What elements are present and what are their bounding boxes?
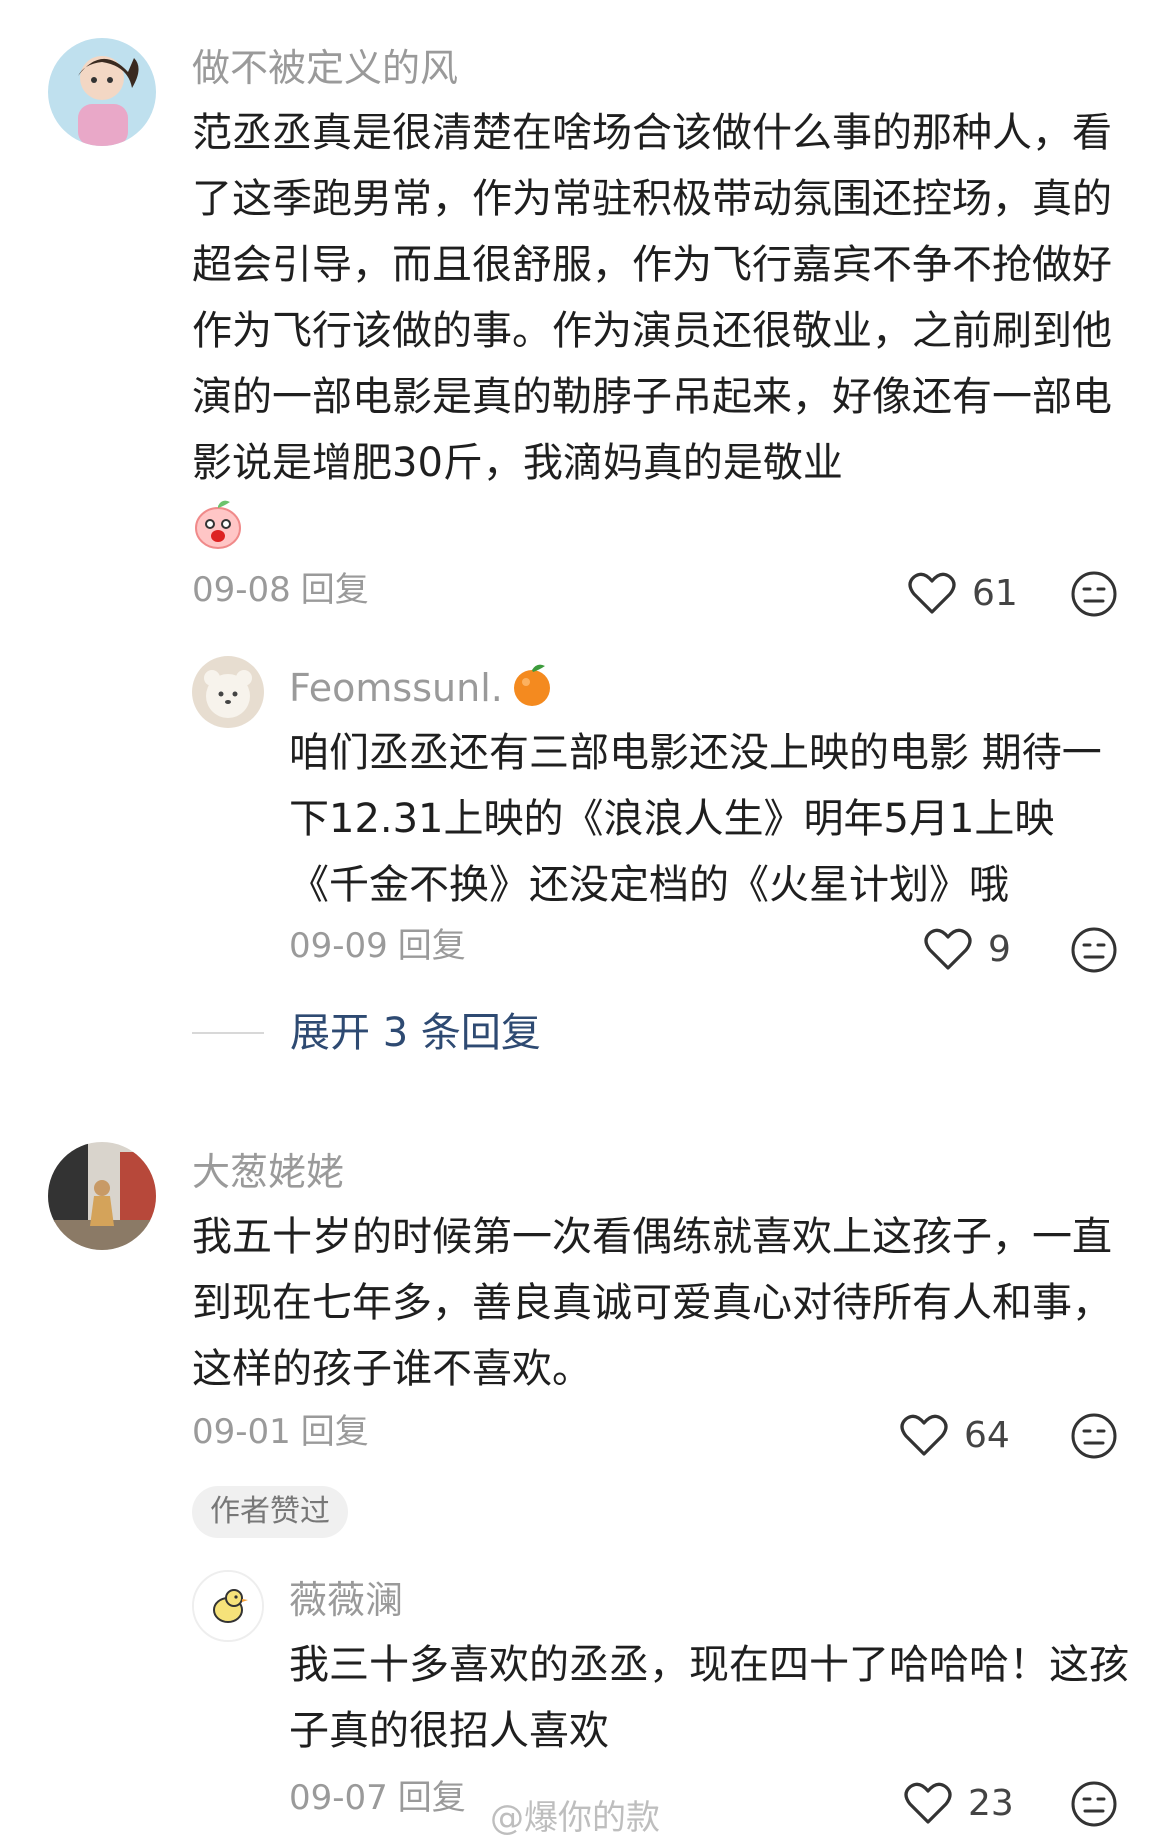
username[interactable]: 大葱姥姥 <box>192 1148 344 1196</box>
reply-meta: 09-09 回复 <box>289 924 466 968</box>
reply-button[interactable]: 回复 <box>398 1778 466 1818</box>
comment-date: 09-01 <box>192 1412 291 1452</box>
like-count: 61 <box>972 572 1018 614</box>
divider <box>192 1032 264 1034</box>
avatar[interactable] <box>48 38 156 146</box>
reply-button[interactable]: 回复 <box>301 570 369 610</box>
reply-button[interactable]: 回复 <box>301 1412 369 1452</box>
reply-date: 09-09 <box>289 926 388 966</box>
meh-face-icon <box>1071 571 1117 617</box>
dislike-button[interactable] <box>1070 1412 1118 1464</box>
comment-text: 我五十岁的时候第一次看偶练就喜欢上这孩子，一直到现在七年多，善良真诚可爱真心对待… <box>192 1214 1112 1392</box>
comment-meta: 09-01 回复 <box>192 1410 369 1454</box>
like-button[interactable]: 9 <box>924 928 1011 970</box>
avatar[interactable] <box>192 656 264 728</box>
watermark: @爆你的款 <box>490 1798 660 1838</box>
comment-meta: 09-08 回复 <box>192 568 369 612</box>
peach-sticker-icon <box>192 496 244 556</box>
reply-meta: 09-07 回复 <box>289 1776 466 1820</box>
heart-icon <box>924 928 972 970</box>
expand-replies-label: 展开 3 条回复 <box>290 1010 541 1056</box>
meh-face-icon <box>1071 1781 1117 1827</box>
like-count: 23 <box>968 1782 1014 1824</box>
comment-text: 范丞丞真是很清楚在啥场合该做什么事的那种人，看了这季跑男常，作为常驻积极带动氛围… <box>192 110 1112 486</box>
expand-replies[interactable]: 展开 3 条回复 <box>192 1005 692 1061</box>
dislike-button[interactable] <box>1070 926 1118 978</box>
like-count: 64 <box>964 1414 1010 1456</box>
dislike-button[interactable] <box>1070 570 1118 622</box>
reply-button[interactable]: 回复 <box>398 926 466 966</box>
reply-text: 我三十多喜欢的丞丞，现在四十了哈哈哈！这孩子真的很招人喜欢 <box>289 1642 1129 1754</box>
username-text: Feomssunl. <box>289 666 503 710</box>
like-count: 9 <box>988 928 1011 970</box>
heart-icon <box>904 1782 952 1824</box>
username[interactable]: 薇薇澜 <box>289 1576 403 1624</box>
meh-face-icon <box>1071 927 1117 973</box>
heart-icon <box>908 572 956 614</box>
like-button[interactable]: 61 <box>908 572 1018 614</box>
like-button[interactable]: 23 <box>904 1782 1014 1824</box>
author-liked-badge: 作者赞过 <box>192 1486 348 1538</box>
meh-face-icon <box>1071 1413 1117 1459</box>
dislike-button[interactable] <box>1070 1780 1118 1832</box>
reply-text: 咱们丞丞还有三部电影还没上映的电影 期待一下12.31上映的《浪浪人生》明年5月… <box>289 730 1102 908</box>
username[interactable]: 做不被定义的风 <box>192 44 458 92</box>
heart-icon <box>900 1414 948 1456</box>
comment-date: 09-08 <box>192 570 291 610</box>
username[interactable]: Feomssunl. <box>289 662 553 719</box>
orange-emoji-icon <box>511 662 553 719</box>
avatar[interactable] <box>192 1570 264 1642</box>
avatar[interactable] <box>48 1142 156 1250</box>
like-button[interactable]: 64 <box>900 1414 1010 1456</box>
reply-date: 09-07 <box>289 1778 388 1818</box>
